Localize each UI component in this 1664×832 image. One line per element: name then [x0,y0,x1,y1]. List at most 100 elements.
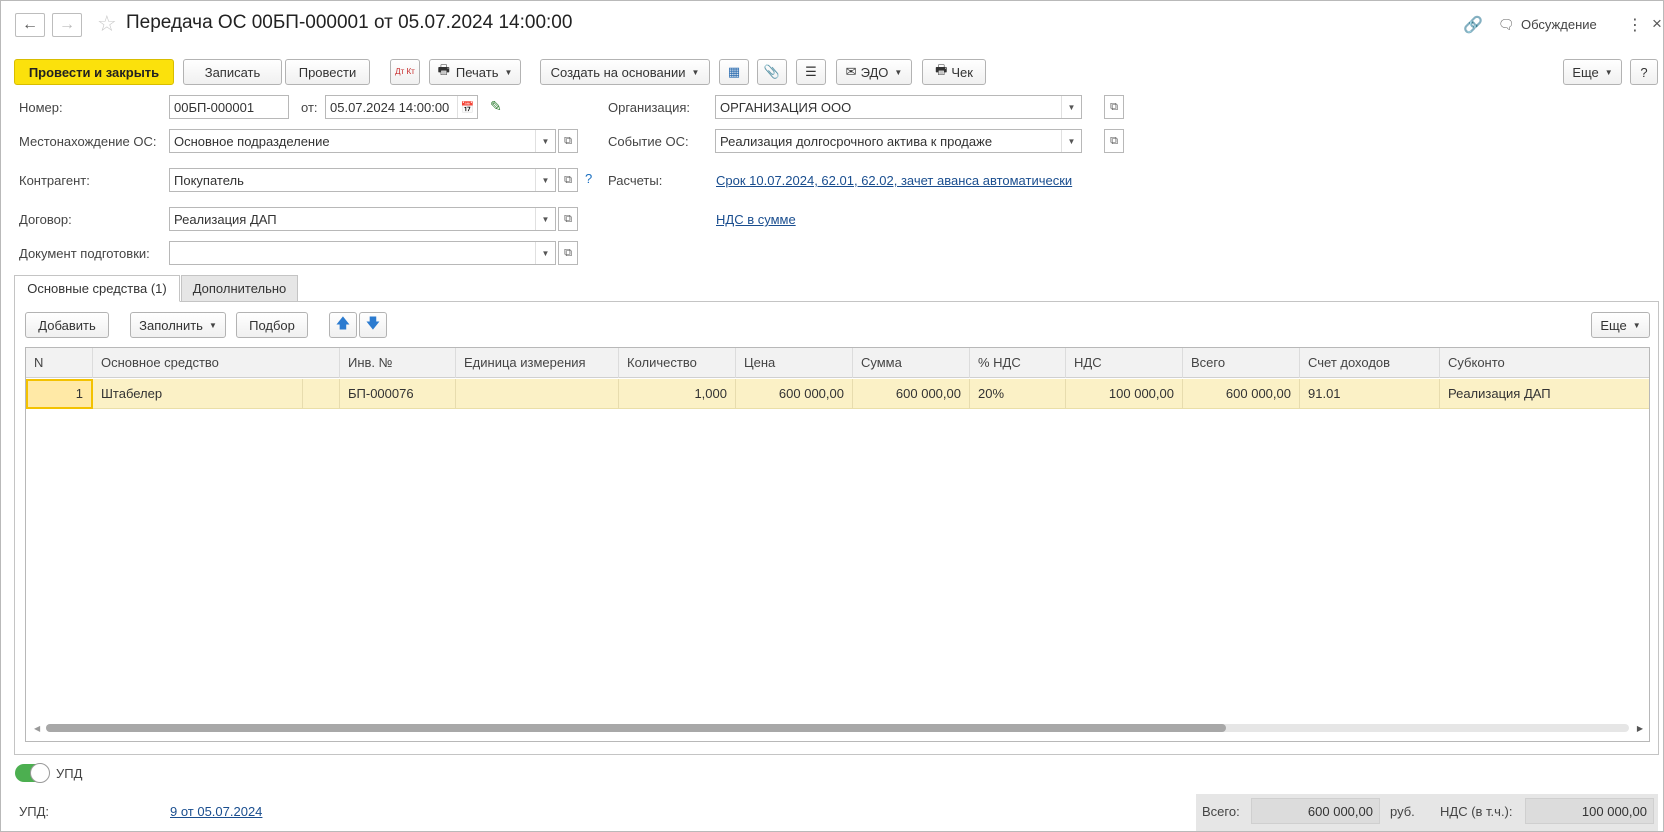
scroll-right-icon[interactable]: ▶ [1637,724,1643,733]
cell-vat[interactable]: 100 000,00 [1066,379,1183,409]
structure-icon[interactable]: ▦ [719,59,749,85]
fixed-assets-table[interactable]: N Основное средство Инв. № Единица измер… [25,347,1650,742]
total-value: 600 000,00 [1251,798,1380,824]
upd-link[interactable]: 9 от 05.07.2024 [170,804,262,819]
col-income-account[interactable]: Счет доходов [1300,348,1440,378]
col-price[interactable]: Цена [736,348,853,378]
table-more-button[interactable]: Еще ▼ [1591,312,1650,338]
open-contract-icon[interactable]: ⧉ [558,207,578,231]
move-up-icon[interactable]: 🡅 [329,312,357,338]
col-inv[interactable]: Инв. № [340,348,456,378]
back-button[interactable]: ← [15,13,45,37]
col-unit[interactable]: Единица измерения [456,348,619,378]
horizontal-scrollbar[interactable] [46,724,1629,732]
chevron-down-icon: ▼ [691,67,700,77]
contract-value: Реализация ДАП [174,211,277,227]
cell-income-account[interactable]: 91.01 [1300,379,1440,409]
cell-subconto[interactable]: Реализация ДАП [1440,379,1651,409]
post-and-close-button[interactable]: Провести и закрыть [14,59,174,85]
open-location-icon[interactable]: ⧉ [558,129,578,153]
open-organization-icon[interactable]: ⧉ [1104,95,1124,119]
prep-doc-field[interactable]: ▼ [169,241,556,265]
calendar-icon[interactable]: 📅 [457,96,477,118]
help-button[interactable]: ? [1630,59,1658,85]
print-button[interactable]: 🖶 Печать ▼ [429,59,521,85]
cell-sum[interactable]: 600 000,00 [853,379,970,409]
col-vat[interactable]: НДС [1066,348,1183,378]
col-n[interactable]: N [26,348,93,378]
col-vat-rate[interactable]: % НДС [970,348,1066,378]
cell-price[interactable]: 600 000,00 [736,379,853,409]
pick-button[interactable]: Подбор [236,312,308,338]
date-field[interactable]: 05.07.2024 14:00:00 📅 [325,95,478,119]
col-subconto[interactable]: Субконто [1440,348,1651,378]
add-row-button[interactable]: Добавить [25,312,109,338]
forward-button[interactable]: → [52,13,82,37]
discussion-label[interactable]: Обсуждение [1521,17,1597,32]
chevron-down-icon[interactable]: ▼ [535,208,555,230]
counterparty-field[interactable]: Покупатель ▼ [169,168,556,192]
chevron-down-icon: ▼ [1604,67,1613,77]
open-prep-doc-icon[interactable]: ⧉ [558,241,578,265]
col-sum[interactable]: Сумма [853,348,970,378]
chevron-down-icon[interactable]: ▼ [1061,96,1081,118]
col-qty[interactable]: Количество [619,348,736,378]
chevron-down-icon: ▼ [208,320,217,330]
event-field[interactable]: Реализация долгосрочного актива к продаж… [715,129,1082,153]
cell-vat-rate[interactable]: 20% [970,379,1066,409]
cell-unit[interactable] [456,379,619,409]
receipt-button[interactable]: 🖶 Чек [922,59,986,85]
save-button[interactable]: Записать [183,59,282,85]
scrollbar-thumb[interactable] [46,724,1226,732]
edo-button[interactable]: ✉ ЭДО ▼ [836,59,912,85]
col-asset[interactable]: Основное средство [93,348,340,378]
open-event-icon[interactable]: ⧉ [1104,129,1124,153]
location-field[interactable]: Основное подразделение ▼ [169,129,556,153]
link-icon[interactable]: 🔗 [1463,15,1483,35]
edit-number-icon[interactable]: ✎ [490,98,502,115]
cell-asset-extra[interactable] [303,379,340,409]
create-based-on-button[interactable]: Создать на основании ▼ [540,59,710,85]
move-down-icon[interactable]: 🡇 [359,312,387,338]
help-question-icon[interactable]: ? [585,171,592,186]
close-icon[interactable]: × [1652,14,1662,34]
upd-toggle[interactable] [15,763,50,783]
location-value: Основное подразделение [174,133,330,149]
print-label: Печать [455,64,499,80]
more-vertical-icon[interactable]: ⋮ [1627,15,1643,35]
scroll-left-icon[interactable]: ◀ [34,724,40,733]
cell-total[interactable]: 600 000,00 [1183,379,1300,409]
post-button[interactable]: Провести [285,59,370,85]
prep-doc-label: Документ подготовки: [19,246,150,261]
settlements-link[interactable]: Срок 10.07.2024, 62.01, 62.02, зачет ава… [716,173,1072,188]
cell-qty[interactable]: 1,000 [619,379,736,409]
total-label: Всего: [1202,804,1240,819]
vat-link[interactable]: НДС в сумме [716,212,796,227]
tab-fixed-assets[interactable]: Основные средства (1) [14,275,180,302]
chevron-down-icon[interactable]: ▼ [1061,130,1081,152]
location-label: Местонахождение ОС: [19,134,157,149]
register-icon[interactable]: ☰ [796,59,826,85]
col-total[interactable]: Всего [1183,348,1300,378]
tab-additional[interactable]: Дополнительно [181,275,298,302]
contract-field[interactable]: Реализация ДАП ▼ [169,207,556,231]
cell-asset[interactable]: Штабелер [93,379,303,409]
chevron-down-icon[interactable]: ▼ [535,242,555,264]
more-button[interactable]: Еще ▼ [1563,59,1622,85]
cell-inv[interactable]: БП-000076 [340,379,456,409]
table-more-label: Еще [1600,317,1627,333]
dt-kt-icon[interactable]: Дт Кт [390,59,420,85]
chevron-down-icon[interactable]: ▼ [535,130,555,152]
attachment-icon[interactable]: 📎 [757,59,787,85]
discussion-icon[interactable]: 🗨 [1498,17,1515,33]
fill-button[interactable]: Заполнить ▼ [130,312,226,338]
table-row[interactable]: 1 Штабелер БП-000076 1,000 600 000,00 60… [26,379,1649,409]
favorite-star-icon[interactable]: ☆ [97,11,117,37]
cell-n[interactable]: 1 [26,379,93,409]
organization-value: ОРГАНИЗАЦИЯ ООО [720,99,852,115]
organization-field[interactable]: ОРГАНИЗАЦИЯ ООО ▼ [715,95,1082,119]
date-label: от: [301,100,318,115]
number-field[interactable]: 00БП-000001 [169,95,289,119]
chevron-down-icon[interactable]: ▼ [535,169,555,191]
open-counterparty-icon[interactable]: ⧉ [558,168,578,192]
